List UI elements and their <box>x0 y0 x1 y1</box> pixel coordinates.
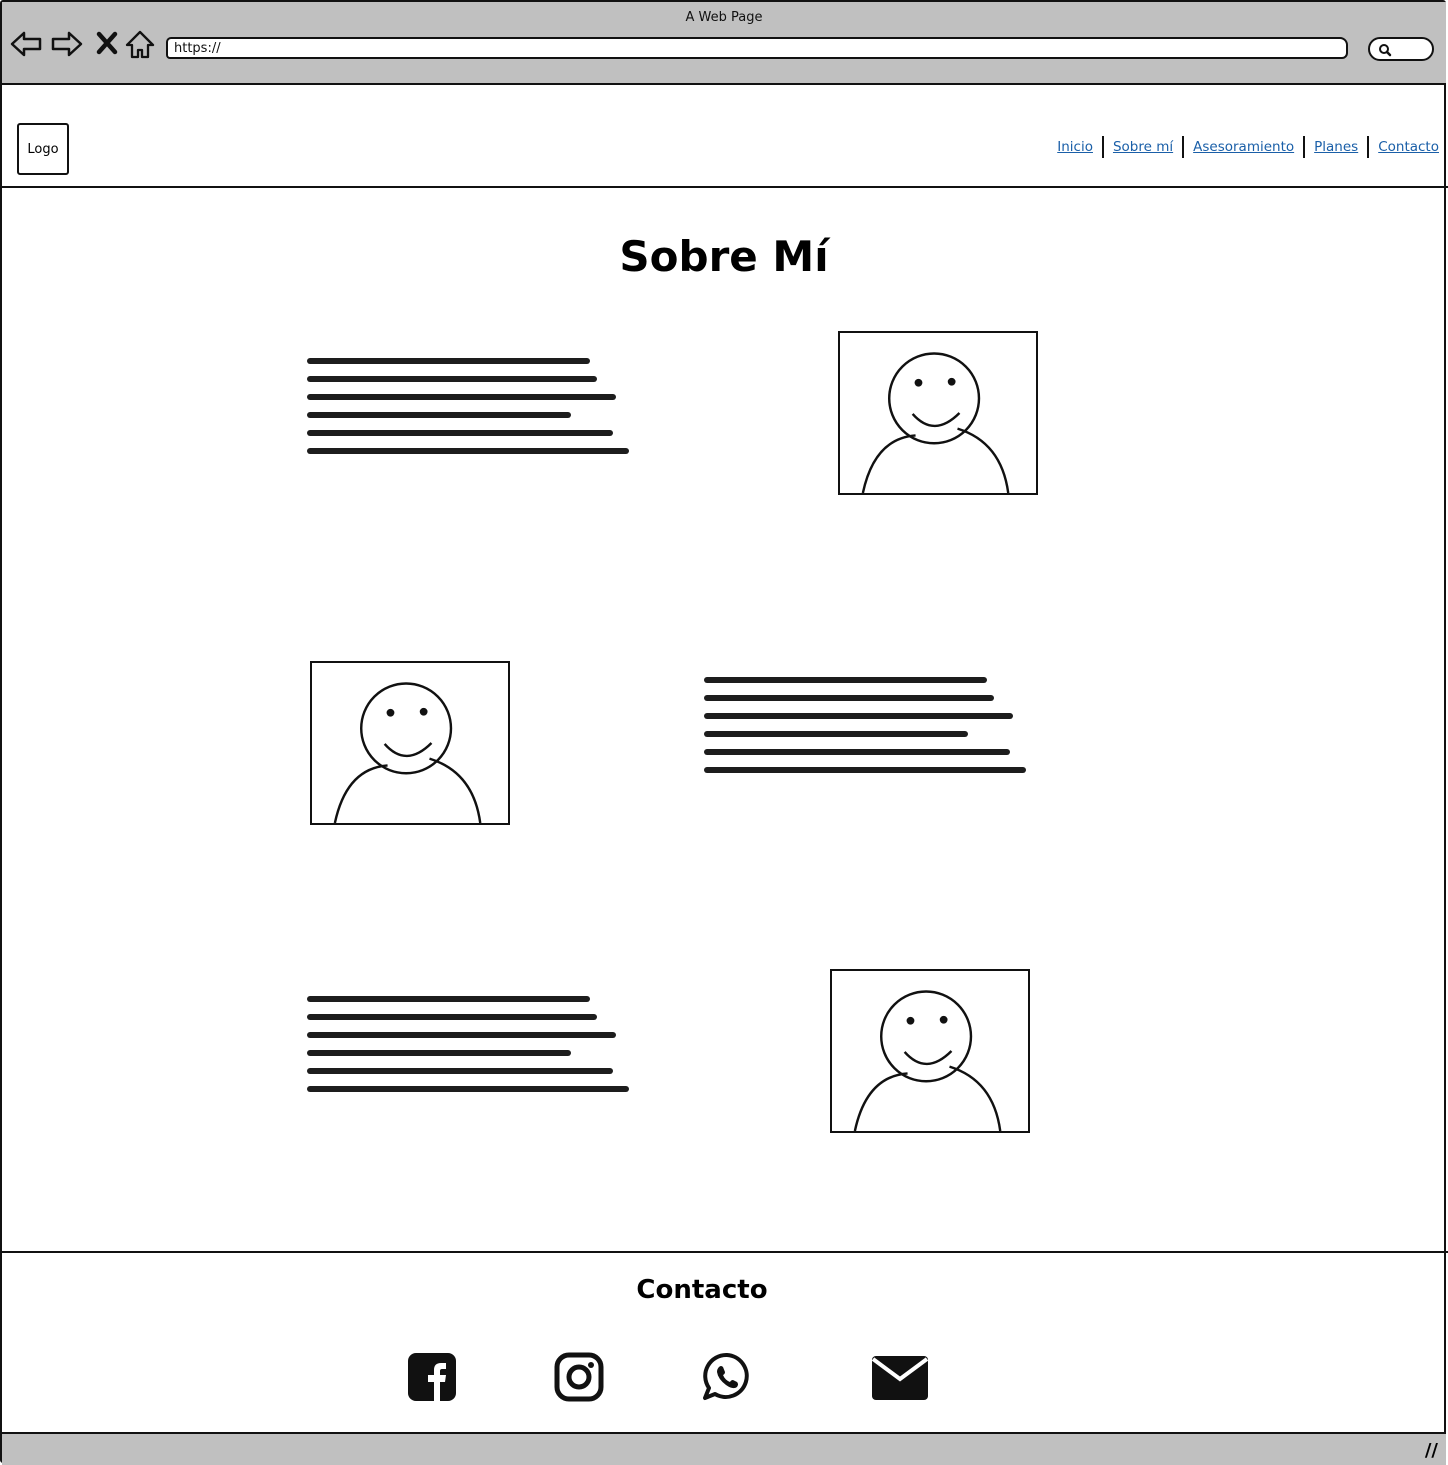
profile-image <box>310 661 510 825</box>
logo-text: Logo <box>27 141 59 157</box>
main-nav: Inicio Sobre mí Asesoramiento Planes Con… <box>1048 136 1439 158</box>
nav-link-asesoramiento[interactable]: Asesoramiento <box>1184 139 1303 155</box>
nav-link-inicio[interactable]: Inicio <box>1048 139 1102 155</box>
nav-link-contacto[interactable]: Contacto <box>1369 139 1439 155</box>
url-input[interactable]: https:// <box>166 37 1348 59</box>
search-icon <box>1379 44 1392 57</box>
home-icon[interactable] <box>122 26 158 62</box>
footer-divider <box>0 1251 1448 1253</box>
profile-image <box>830 969 1030 1133</box>
search-button[interactable] <box>1368 37 1434 61</box>
text-placeholder-block <box>704 677 1026 785</box>
browser-status-bar: // <box>2 1432 1446 1465</box>
user-avatar-icon <box>333 682 482 823</box>
footer-title: Contacto <box>636 1275 768 1305</box>
facebook-icon[interactable] <box>407 1352 457 1402</box>
url-text: https:// <box>174 41 221 56</box>
nav-link-planes[interactable]: Planes <box>1305 139 1367 155</box>
nav-link-sobre-mi[interactable]: Sobre mí <box>1104 139 1182 155</box>
logo[interactable]: Logo <box>17 123 69 175</box>
profile-image <box>838 331 1038 495</box>
instagram-icon[interactable] <box>554 1352 604 1402</box>
whatsapp-icon[interactable] <box>702 1352 752 1402</box>
text-placeholder-block <box>307 996 629 1104</box>
back-arrow-icon[interactable] <box>8 26 44 62</box>
browser-chrome: A Web Page https:// <box>2 2 1446 85</box>
resize-grip-icon[interactable]: // <box>1425 1440 1438 1461</box>
header-divider <box>0 186 1448 188</box>
email-icon[interactable] <box>871 1352 929 1402</box>
close-x-icon[interactable] <box>90 26 126 62</box>
forward-arrow-icon[interactable] <box>49 26 85 62</box>
window-title: A Web Page <box>685 10 763 25</box>
user-avatar-icon <box>861 352 1010 493</box>
user-avatar-icon <box>853 990 1002 1131</box>
page-title: Sobre Mí <box>619 232 829 281</box>
text-placeholder-block <box>307 358 629 466</box>
